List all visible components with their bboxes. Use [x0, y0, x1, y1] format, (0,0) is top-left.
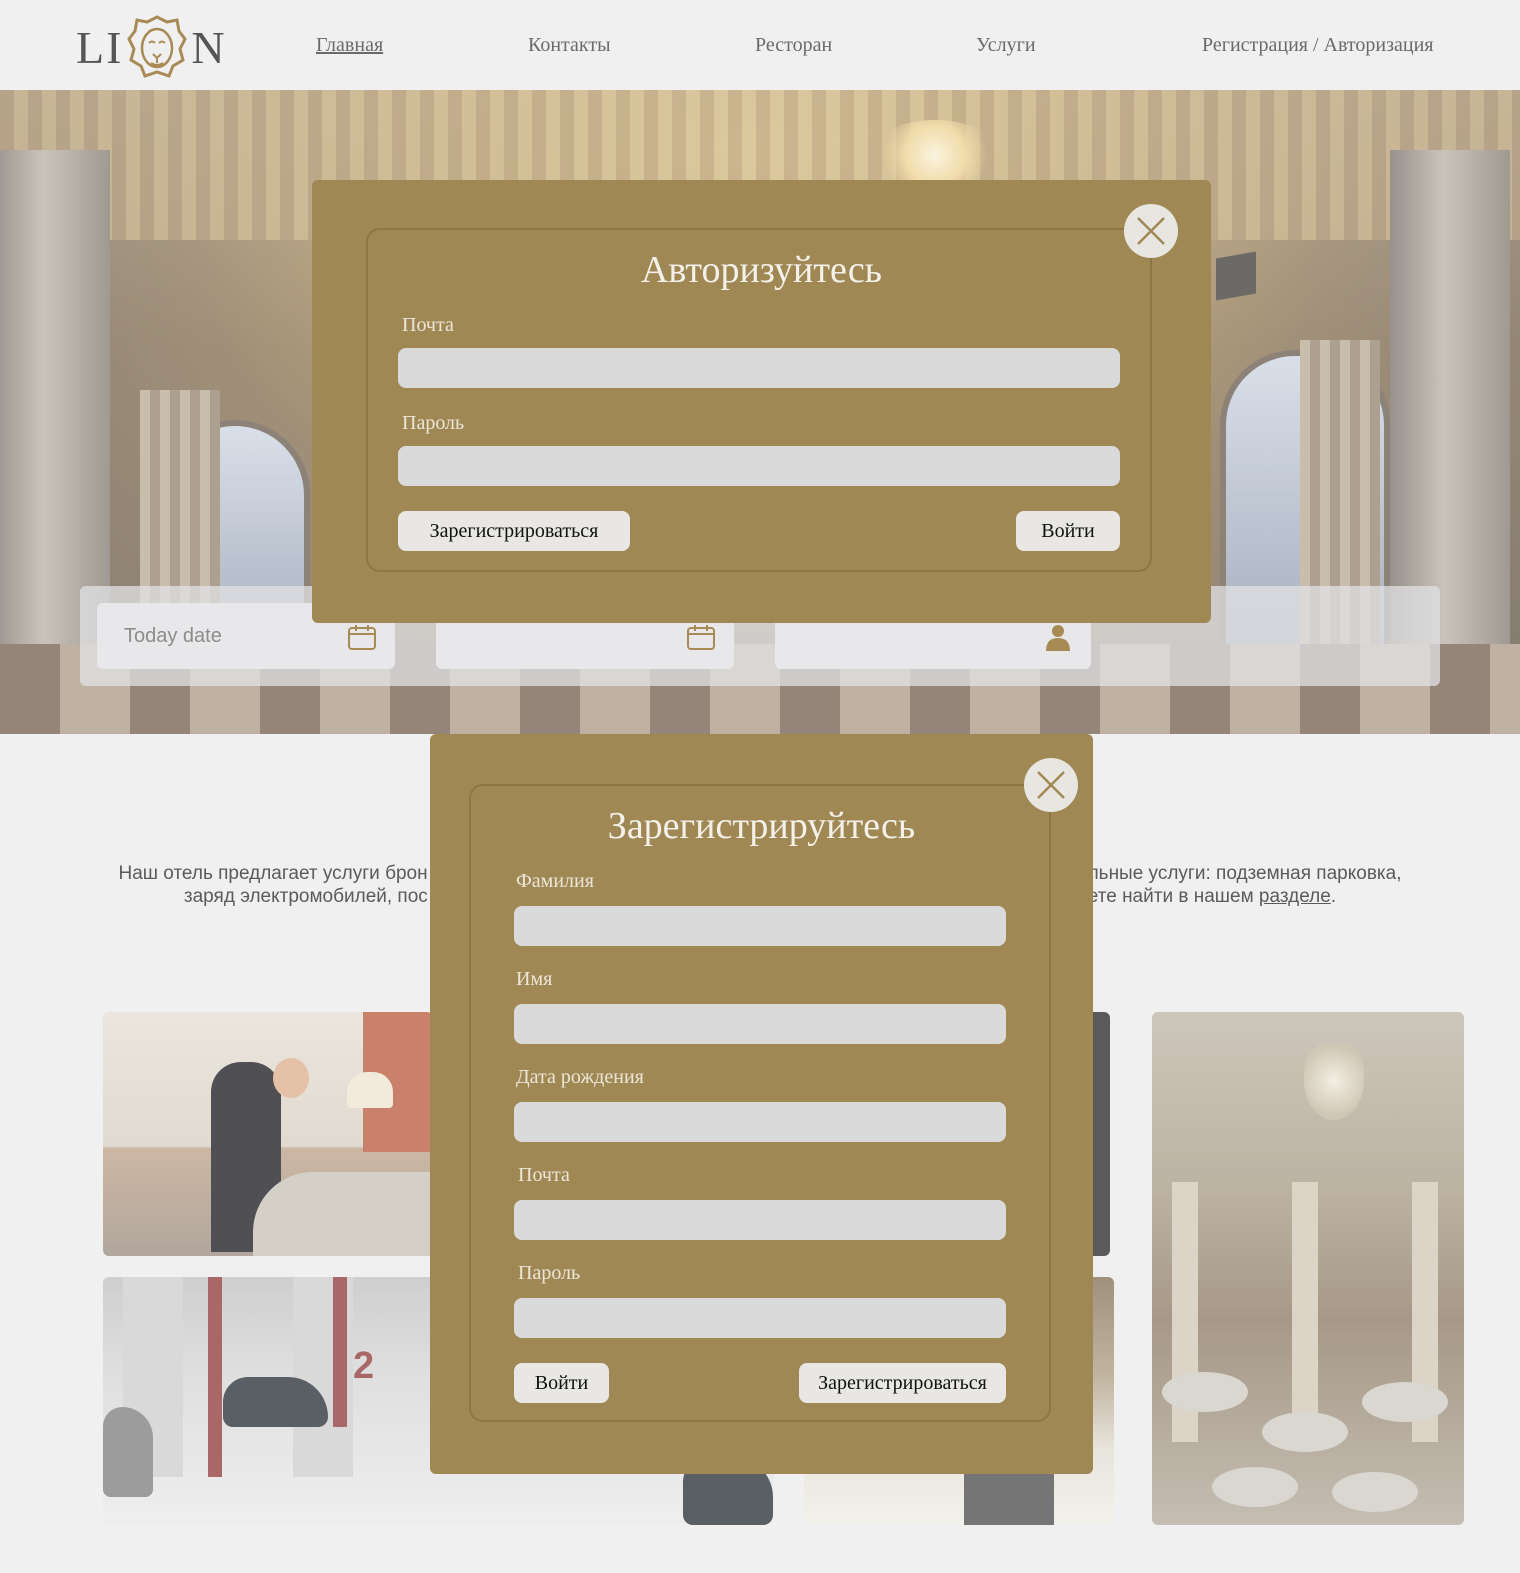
user-icon — [1046, 625, 1070, 651]
logo-text-right: N — [191, 21, 227, 73]
nav-home[interactable]: Главная — [316, 34, 383, 57]
login-email-label: Почта — [402, 314, 454, 336]
intro-text: . — [1330, 886, 1337, 907]
register-birthdate-label: Дата рождения — [516, 1066, 644, 1088]
calendar-icon[interactable] — [686, 623, 716, 651]
lion-icon — [127, 15, 188, 78]
calendar-icon[interactable] — [347, 623, 377, 651]
nav-services[interactable]: Услуги — [976, 34, 1036, 57]
login-title: Авторизуйтесь — [640, 249, 883, 291]
reception-photo — [103, 1012, 433, 1256]
site-header: LI N Главная Контакты Ресторан Услуги Ре… — [0, 0, 1520, 90]
register-title: Зарегистрируйтесь — [607, 805, 916, 847]
register-email-input[interactable] — [514, 1200, 1006, 1240]
intro-text: Наш отель предлагает услуги брон — [118, 863, 428, 884]
checkin-placeholder: Today date — [124, 625, 222, 647]
register-lastname-input[interactable] — [514, 906, 1006, 946]
login-submit-button[interactable]: Войти — [1016, 511, 1120, 551]
logo-text-left: LI — [76, 21, 124, 73]
register-password-label: Пароль — [518, 1262, 581, 1284]
register-login-button[interactable]: Войти — [514, 1363, 609, 1403]
nav-register-login[interactable]: Регистрация / Авторизация — [1202, 34, 1434, 57]
services-section-link[interactable]: разделе — [1259, 886, 1331, 907]
login-email-input[interactable] — [398, 348, 1120, 388]
nav-restaurant[interactable]: Ресторан — [755, 34, 832, 57]
register-submit-button[interactable]: Зарегистрироваться — [799, 1363, 1006, 1403]
intro-text: заряд электромобилей, пос — [183, 886, 428, 907]
register-email-label: Почта — [518, 1164, 570, 1186]
intro-text: льные услуги: подземная парковка, — [1087, 863, 1402, 884]
banquet-hall-photo — [1152, 1012, 1464, 1525]
login-password-input[interactable] — [398, 446, 1120, 486]
intro-text: ете найти в нашем — [1087, 886, 1254, 907]
nav-contacts[interactable]: Контакты — [528, 34, 611, 57]
register-lastname-label: Фамилия — [516, 870, 594, 892]
register-birthdate-input[interactable] — [514, 1102, 1006, 1142]
photo-overlay — [103, 1012, 433, 1256]
login-password-label: Пароль — [402, 412, 465, 434]
login-register-button[interactable]: Зарегистрироваться — [398, 511, 630, 551]
login-modal: Авторизуйтесь Почта Пароль Зарегистриров… — [312, 180, 1211, 623]
register-modal: Зарегистрируйтесь Фамилия Имя Дата рожде… — [430, 734, 1093, 1474]
photo-overlay — [1152, 1012, 1464, 1525]
register-password-input[interactable] — [514, 1298, 1006, 1338]
register-firstname-input[interactable] — [514, 1004, 1006, 1044]
register-firstname-label: Имя — [516, 968, 553, 990]
logo[interactable]: LI N — [76, 14, 227, 80]
